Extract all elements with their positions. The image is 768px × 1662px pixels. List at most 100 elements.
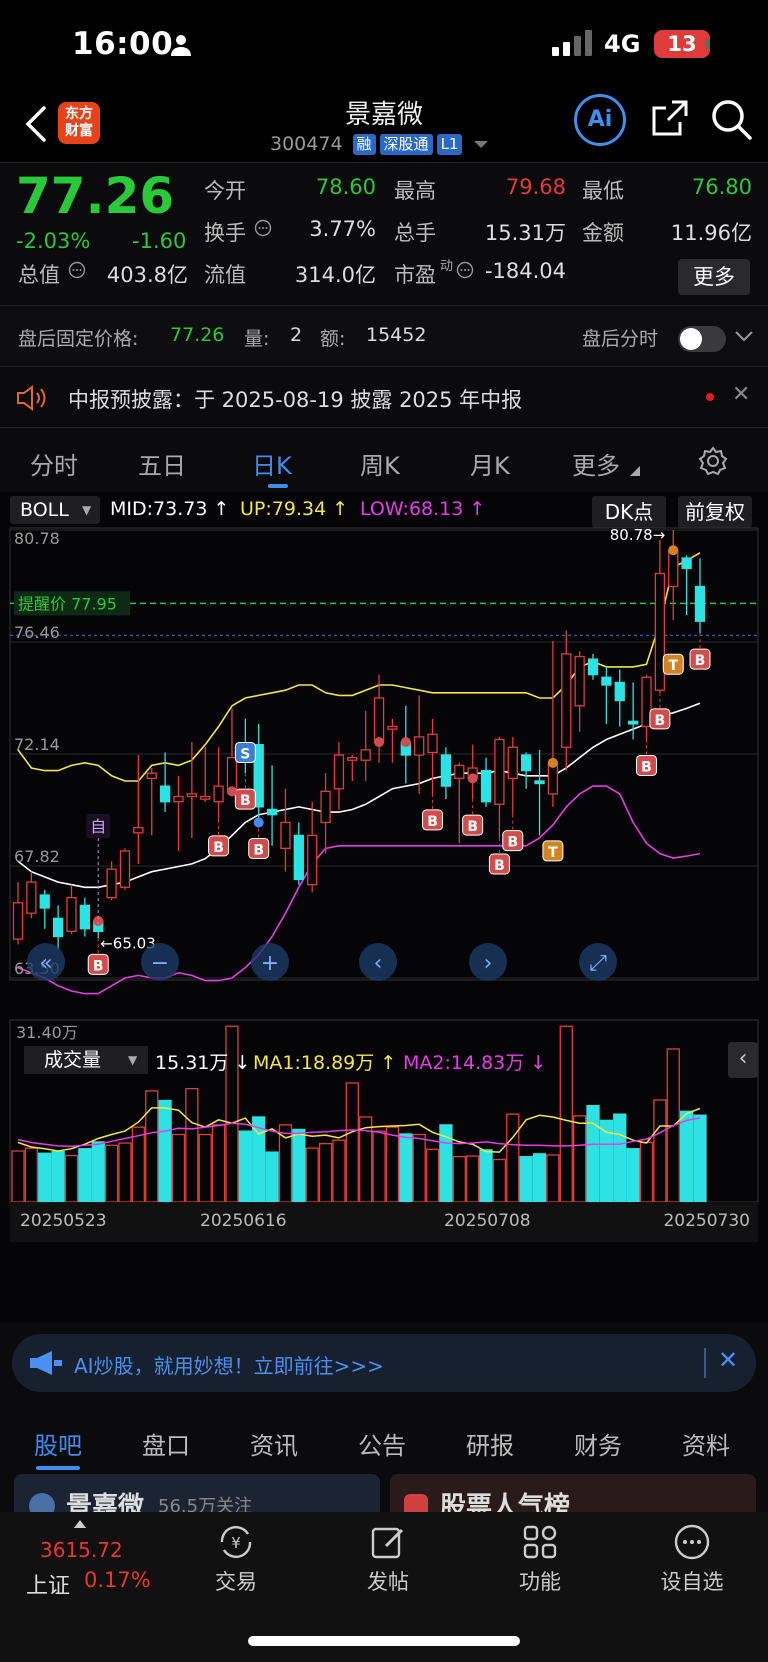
- signal-icon: [552, 30, 592, 56]
- active-tab-indicator: [268, 484, 288, 488]
- tab-order-book[interactable]: 盘口: [142, 1426, 190, 1461]
- volume-bar: [38, 1152, 52, 1203]
- more-button[interactable]: 更多: [678, 259, 750, 295]
- candle-body: [186, 793, 197, 798]
- close-icon[interactable]: ✕: [732, 382, 750, 407]
- volume-bar: [198, 1133, 212, 1203]
- after-hours-price: 77.26: [170, 324, 225, 346]
- candle-body: [333, 754, 345, 790]
- candle-body: [534, 780, 545, 785]
- nav-trade[interactable]: ¥ 交易: [186, 1522, 286, 1596]
- nav-functions[interactable]: 功能: [490, 1522, 590, 1596]
- pe-dynamic-sup: 动: [440, 259, 454, 274]
- close-icon[interactable]: ✕: [718, 1346, 738, 1374]
- volume-bar: [412, 1133, 426, 1203]
- tab-five-day[interactable]: 五日: [138, 446, 186, 481]
- after-hours-vol-label: 量:: [244, 328, 270, 350]
- tab-finance[interactable]: 财务: [574, 1426, 622, 1461]
- t-signal-dot: [668, 545, 679, 556]
- index-change: 0.17%: [84, 1568, 151, 1592]
- volume-selector[interactable]: 成交量 ▼: [24, 1046, 148, 1074]
- tab-weekly-k[interactable]: 周K: [360, 446, 400, 481]
- volume-ma2: MA2:14.83万 ↓: [403, 1052, 547, 1074]
- tab-announcements[interactable]: 公告: [358, 1426, 406, 1461]
- nav-trade-label: 交易: [215, 1570, 257, 1594]
- collapse-arrow-icon[interactable]: ‹: [728, 1042, 758, 1078]
- signal-markers: BBBBB BBBBBBTTS自80.78→←65.03: [86, 526, 711, 975]
- dropdown-triangle-icon[interactable]: [474, 140, 489, 148]
- volume-bar: [385, 1126, 400, 1203]
- after-hours-toggle[interactable]: [678, 326, 726, 352]
- rank-icon: [404, 1494, 428, 1514]
- ad-banner[interactable]: AI炒股，就用妙想！立即前往>>> ✕: [12, 1334, 756, 1392]
- tab-news[interactable]: 资讯: [250, 1426, 298, 1461]
- tab-more[interactable]: 更多: [572, 446, 620, 481]
- candle-body: [454, 764, 465, 780]
- tab-monthly-k[interactable]: 月K: [470, 446, 510, 481]
- tab-intraday[interactable]: 分时: [30, 446, 78, 481]
- dropdown-triangle-icon: ▼: [128, 1053, 138, 1067]
- tab-profile[interactable]: 资料: [682, 1426, 730, 1461]
- volume-ma2-value: MA2:14.83万: [403, 1052, 525, 1074]
- signal-dot: [226, 786, 237, 797]
- buy-signal-badge-letter: B: [494, 858, 505, 874]
- share-icon[interactable]: [650, 98, 690, 138]
- buy-signal-badge-letter: B: [655, 713, 666, 729]
- tab-research[interactable]: 研报: [466, 1426, 514, 1461]
- after-hours-vol: 2: [290, 324, 303, 346]
- volume-bar: [586, 1104, 600, 1203]
- ad-text: AI炒股，就用妙想！立即前往>>>: [74, 1354, 384, 1378]
- tab-daily-k[interactable]: 日K: [252, 446, 292, 481]
- candle-body: [440, 754, 452, 787]
- status-bar: 16:00 4G 13: [0, 0, 768, 90]
- volume-bar: [572, 1115, 587, 1203]
- candle-body: [280, 821, 291, 850]
- turnover-label: 换手: [204, 221, 246, 245]
- volume-bar: [452, 1155, 466, 1203]
- volume-bar: [679, 1110, 694, 1203]
- candle-body: [79, 904, 91, 930]
- volume-bar: [653, 1099, 667, 1203]
- stock-forum-card[interactable]: 景嘉微 56.5万关注: [14, 1474, 380, 1514]
- buy-signal-badge-letter: B: [507, 835, 518, 851]
- volume-bar: [238, 1130, 252, 1203]
- stock-subtitle[interactable]: 300474 融 深股通 L1: [270, 132, 489, 156]
- nav-add-watchlist-label: 设自选: [660, 1570, 724, 1594]
- tab-forum[interactable]: 股吧: [34, 1426, 82, 1461]
- change-percent: -2.03%: [16, 229, 91, 253]
- info-icon[interactable]: [68, 261, 86, 279]
- volume-bar: [613, 1113, 627, 1203]
- announcement-bar[interactable]: 中报预披露：于 2025-08-19 披露 2025 年中报 ✕: [0, 368, 768, 428]
- nav-post[interactable]: 发帖: [338, 1522, 438, 1596]
- candle-body: [173, 795, 184, 803]
- nav-add-watchlist[interactable]: 设自选: [642, 1522, 742, 1596]
- caret-up-icon[interactable]: [74, 1520, 86, 1528]
- candle-body: [627, 720, 639, 725]
- low-dot: [253, 817, 264, 828]
- float-cap-value: 314.0亿: [294, 263, 376, 287]
- ai-assistant-button[interactable]: Ai: [574, 94, 626, 146]
- zoom-out-icon: −: [151, 951, 169, 976]
- gear-icon[interactable]: [698, 446, 728, 476]
- search-icon[interactable]: [710, 98, 752, 140]
- popularity-card[interactable]: 股票人气榜: [390, 1474, 756, 1514]
- volume-bar: [131, 1126, 146, 1203]
- candle-body: [146, 772, 157, 780]
- stock-header: 东方 财富 景嘉微 300474 融 深股通 L1 Ai: [0, 90, 768, 162]
- index-value[interactable]: 3615.72: [40, 1538, 123, 1562]
- candlestick-chart[interactable]: BBBBB BBBBBBTTS自80.78→←65.03 80.7876.4672…: [0, 492, 768, 1322]
- chevron-down-icon[interactable]: [734, 330, 754, 344]
- high-value: 79.68: [505, 175, 566, 199]
- volume-value: 15.31万: [484, 221, 566, 245]
- date-label: 20250730: [663, 1211, 750, 1231]
- candle-body: [200, 795, 211, 800]
- high-annotation: 80.78→: [610, 526, 666, 544]
- quote-panel: 77.26 -2.03% -1.60 今开 78.60 最高 79.68 最低 …: [0, 162, 768, 304]
- candle-body: [106, 868, 117, 899]
- low-label: 最低: [582, 179, 624, 203]
- volume-bar: [158, 1099, 172, 1203]
- kline-period-tabs: 分时 五日 日K 周K 月K 更多: [0, 430, 768, 492]
- svg-text:¥: ¥: [231, 1534, 241, 1552]
- kline-chart-area[interactable]: BOLL ▼ MID:73.73 ↑ UP:79.34 ↑ LOW:68.13 ↑…: [0, 492, 768, 1322]
- candle-body: [133, 826, 144, 834]
